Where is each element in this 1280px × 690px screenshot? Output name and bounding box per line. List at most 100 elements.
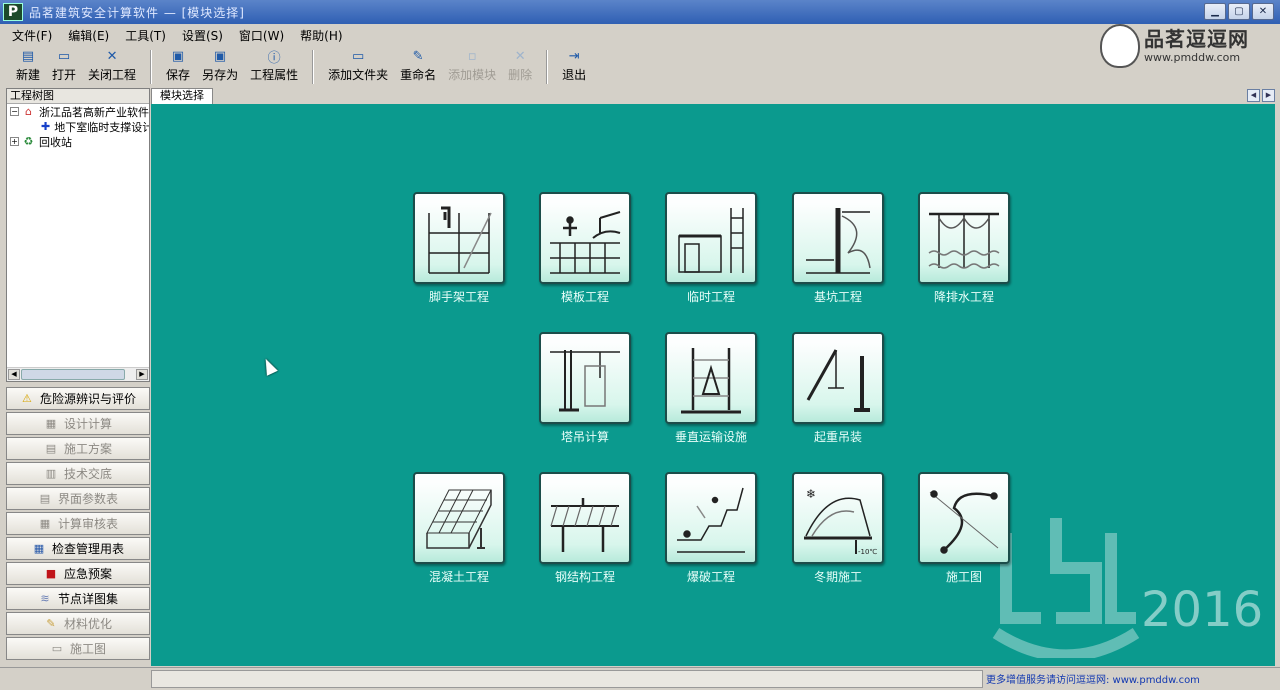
calc-icon: ▦ — [45, 417, 57, 430]
module-dewatering[interactable]: 降排水工程 — [909, 192, 1019, 305]
formwork-icon[interactable] — [539, 192, 631, 284]
steel-structure-icon[interactable] — [539, 472, 631, 564]
tech-disclosure-button[interactable]: ▥ 技术交底 — [6, 462, 150, 485]
material-optimize-button[interactable]: ✎ 材料优化 — [6, 612, 150, 635]
module-steel-structure[interactable]: 钢结构工程 — [530, 472, 640, 585]
module-temporary-works[interactable]: 临时工程 — [656, 192, 766, 305]
menu-file[interactable]: 文件(F) — [4, 27, 60, 44]
module-construction-drawing[interactable]: 施工图 — [909, 472, 1019, 585]
tower-crane-icon[interactable] — [539, 332, 631, 424]
watermark-year: 2016 — [1141, 582, 1264, 638]
audit-table-button[interactable]: ▦ 计算审核表 — [6, 512, 150, 535]
detail-stack-icon: ≋ — [40, 592, 50, 605]
status-message[interactable]: 更多增值服务请访问逗逗网: www.pmddw.com — [986, 671, 1200, 686]
node-details-button[interactable]: ≋ 节点详图集 — [6, 587, 150, 610]
close-button[interactable]: ✕ — [1252, 3, 1274, 20]
drawing-button[interactable]: ▭ 施工图 — [6, 637, 150, 660]
exit-button[interactable]: ⇥ 退出 — [556, 49, 592, 87]
open-button[interactable]: ▭ 打开 — [46, 49, 82, 87]
hoisting-icon[interactable] — [792, 332, 884, 424]
window-title: 品茗建筑安全计算软件 — [模块选择] — [29, 5, 245, 20]
module-label: 脚手架工程 — [428, 290, 489, 304]
save-button[interactable]: ▣ 保存 — [160, 49, 196, 87]
scroll-left-icon[interactable]: ◀ — [8, 369, 20, 380]
scroll-thumb[interactable] — [21, 369, 125, 380]
blasting-icon[interactable] — [665, 472, 757, 564]
module-concrete[interactable]: 混凝土工程 — [404, 472, 514, 585]
design-calc-button[interactable]: ▦ 设计计算 — [6, 412, 150, 435]
svg-text:❄: ❄ — [806, 487, 816, 501]
brand-logo: 品茗逗逗网 www.pmddw.com — [1100, 20, 1270, 72]
plus-cross-icon: ✚ — [41, 120, 51, 133]
inspection-table-button[interactable]: ▦ 检查管理用表 — [6, 537, 150, 560]
drawing-icon: ▭ — [51, 642, 63, 655]
module-scaffold[interactable]: 脚手架工程 — [404, 192, 514, 305]
collapse-icon[interactable]: − — [10, 107, 19, 116]
menu-window[interactable]: 窗口(W) — [231, 27, 292, 44]
close-project-button[interactable]: ✕ 关闭工程 — [82, 49, 142, 87]
rename-button[interactable]: ✎ 重命名 — [394, 49, 442, 87]
minimize-button[interactable]: ▁ — [1204, 3, 1226, 20]
project-properties-button[interactable]: ⓘ 工程属性 — [244, 49, 304, 87]
tab-prev-icon[interactable]: ◀ — [1247, 89, 1260, 102]
foundation-pit-icon[interactable] — [792, 192, 884, 284]
module-winter-construction[interactable]: ❄ -10℃ 冬期施工 — [783, 472, 893, 585]
delete-button[interactable]: ✕ 删除 — [502, 49, 538, 87]
menu-tools[interactable]: 工具(T) — [117, 27, 174, 44]
exit-icon: ⇥ — [568, 48, 580, 64]
menu-bar: 文件(F) 编辑(E) 工具(T) 设置(S) 窗口(W) 帮助(H) — [0, 25, 351, 45]
menu-settings[interactable]: 设置(S) — [174, 27, 231, 44]
module-tower-crane[interactable]: 塔吊计算 — [530, 332, 640, 445]
tree-item-module[interactable]: ✚ 地下室临时支撑设计 — [7, 119, 149, 134]
save-as-button[interactable]: ▣ 另存为 — [196, 49, 244, 87]
construction-plan-button[interactable]: ▤ 施工方案 — [6, 437, 150, 460]
tree-item-recycle-bin[interactable]: + ♻ 回收站 — [7, 134, 149, 149]
dewatering-icon[interactable] — [918, 192, 1010, 284]
add-folder-icon: ▭ — [351, 48, 365, 64]
tab-module-select[interactable]: 模块选择 — [151, 88, 213, 104]
title-bar: P 品茗建筑安全计算软件 — [模块选择] ▁ ▢ ✕ — [0, 0, 1280, 24]
status-bar: 更多增值服务请访问逗逗网: www.pmddw.com — [0, 667, 1280, 690]
menu-help[interactable]: 帮助(H) — [292, 27, 350, 44]
new-button[interactable]: ▤ 新建 — [10, 49, 46, 87]
emergency-plan-button[interactable]: ■ 应急预案 — [6, 562, 150, 585]
module-label: 冬期施工 — [813, 570, 862, 584]
temporary-works-icon[interactable] — [665, 192, 757, 284]
save-disk-icon: ▣ — [171, 48, 185, 64]
module-label: 爆破工程 — [686, 570, 735, 584]
info-icon: ⓘ — [267, 50, 281, 66]
module-hoisting[interactable]: 起重吊装 — [783, 332, 893, 445]
scroll-right-icon[interactable]: ▶ — [136, 369, 148, 380]
tree-horizontal-scrollbar[interactable]: ◀ ▶ — [7, 367, 149, 381]
maximize-button[interactable]: ▢ — [1228, 3, 1250, 20]
svg-text:-10℃: -10℃ — [858, 548, 877, 556]
open-folder-icon: ▭ — [57, 48, 71, 64]
module-label: 施工图 — [945, 570, 982, 584]
document-tab-bar: 模块选择 ◀ ▶ — [151, 88, 1275, 104]
toolbar-separator — [150, 50, 153, 84]
tab-next-icon[interactable]: ▶ — [1262, 89, 1275, 102]
recycle-bin-icon: ♻ — [23, 135, 34, 148]
expand-icon[interactable]: + — [10, 137, 19, 146]
module-formwork[interactable]: 模板工程 — [530, 192, 640, 305]
vertical-transport-icon[interactable] — [665, 332, 757, 424]
add-folder-button[interactable]: ▭ 添加文件夹 — [322, 49, 394, 87]
concrete-icon[interactable] — [413, 472, 505, 564]
function-button-list: ⚠ 危险源辨识与评价 ▦ 设计计算 ▤ 施工方案 ▥ 技术交底 ▤ 界面参数表 ▦ 计算审核… — [6, 387, 150, 662]
winter-construction-icon[interactable]: ❄ -10℃ — [792, 472, 884, 564]
hazard-assessment-button[interactable]: ⚠ 危险源辨识与评价 — [6, 387, 150, 410]
module-label: 钢结构工程 — [554, 570, 615, 584]
tree-item-label: 浙江品茗高新产业软件 — [39, 105, 149, 119]
module-blasting[interactable]: 爆破工程 — [656, 472, 766, 585]
construction-drawing-icon[interactable] — [918, 472, 1010, 564]
tree-item-project[interactable]: − ⌂ 浙江品茗高新产业软件 — [7, 104, 149, 119]
project-tree-panel: 工程树图 − ⌂ 浙江品茗高新产业软件 ✚ 地下室临时支撑设计 + ♻ 回收站 … — [6, 88, 150, 382]
param-table-button[interactable]: ▤ 界面参数表 — [6, 487, 150, 510]
disclosure-icon: ▥ — [45, 467, 57, 480]
param-table-icon: ▤ — [39, 492, 51, 505]
module-vertical-transport[interactable]: 垂直运输设施 — [656, 332, 766, 445]
scaffold-icon[interactable] — [413, 192, 505, 284]
menu-edit[interactable]: 编辑(E) — [60, 27, 117, 44]
add-module-button[interactable]: ▫ 添加模块 — [442, 49, 502, 87]
module-foundation-pit[interactable]: 基坑工程 — [783, 192, 893, 305]
